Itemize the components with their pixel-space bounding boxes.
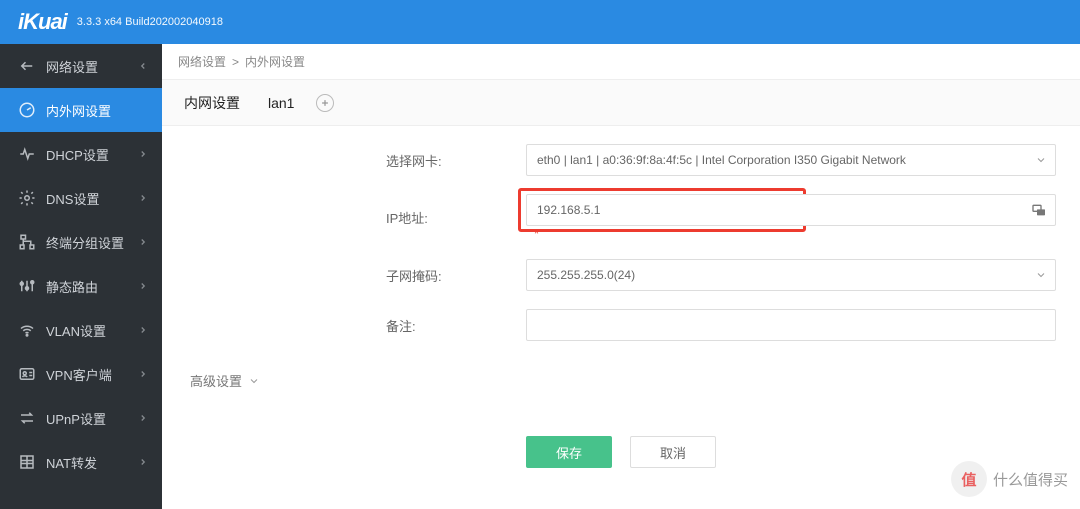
mask-select[interactable]: 255.255.255.0(24) bbox=[526, 259, 1056, 291]
sidebar-item-label: DHCP设置 bbox=[46, 145, 138, 164]
sidebar-item-lan-wan[interactable]: 内外网设置 bbox=[0, 88, 162, 132]
sidebar-item-upnp[interactable]: UPnP设置 bbox=[0, 396, 162, 440]
advanced-toggle[interactable]: 高级设置 bbox=[176, 371, 1066, 390]
chevron-left-icon bbox=[138, 61, 148, 71]
sidebar-item-network-settings[interactable]: 网络设置 bbox=[0, 44, 162, 88]
build-version: 3.3.3 x64 Build202002040918 bbox=[77, 16, 223, 28]
chevron-down-icon bbox=[1035, 154, 1047, 166]
sidebar-item-label: 终端分组设置 bbox=[46, 233, 138, 252]
chevron-right-icon bbox=[138, 413, 148, 423]
sidebar-item-terminal-group[interactable]: 终端分组设置 bbox=[0, 220, 162, 264]
chevron-down-icon bbox=[1035, 269, 1047, 281]
sidebar-item-nat[interactable]: NAT转发 bbox=[0, 440, 162, 484]
sidebar-item-label: 内外网设置 bbox=[46, 101, 148, 120]
chevron-right-icon bbox=[138, 369, 148, 379]
plus-icon bbox=[320, 98, 330, 108]
id-card-icon bbox=[14, 365, 40, 383]
chevron-right-icon bbox=[138, 193, 148, 203]
add-tab-button[interactable] bbox=[316, 94, 334, 112]
sidebar-item-label: VPN客户端 bbox=[46, 365, 138, 384]
chevron-right-icon bbox=[138, 457, 148, 467]
sidebar-item-dns[interactable]: DNS设置 bbox=[0, 176, 162, 220]
mask-label: 子网掩码: bbox=[176, 266, 526, 285]
mask-value: 255.255.255.0(24) bbox=[537, 268, 635, 282]
nic-value: eth0 | lan1 | a0:36:9f:8a:4f:5c | Intel … bbox=[537, 153, 906, 167]
nic-select[interactable]: eth0 | lan1 | a0:36:9f:8a:4f:5c | Intel … bbox=[526, 144, 1056, 176]
note-label: 备注: bbox=[176, 316, 526, 335]
note-input[interactable] bbox=[537, 318, 1029, 332]
breadcrumb: 网络设置 > 内外网设置 bbox=[162, 44, 1080, 80]
sidebar-item-label: NAT转发 bbox=[46, 453, 138, 472]
chevron-right-icon bbox=[138, 237, 148, 247]
required-mark: * bbox=[534, 226, 539, 241]
chevron-down-icon bbox=[248, 375, 260, 387]
chevron-right-icon bbox=[138, 325, 148, 335]
topology-icon bbox=[14, 233, 40, 251]
sidebar-item-vpn-client[interactable]: VPN客户端 bbox=[0, 352, 162, 396]
nic-label: 选择网卡: bbox=[176, 151, 526, 170]
wifi-icon bbox=[14, 321, 40, 339]
breadcrumb-sep: > bbox=[232, 55, 239, 69]
arrow-exit-icon bbox=[14, 57, 40, 75]
chevron-right-icon bbox=[138, 281, 148, 291]
gauge-icon bbox=[14, 101, 40, 119]
sidebar-item-label: VLAN设置 bbox=[46, 321, 138, 340]
grid-icon bbox=[14, 453, 40, 471]
save-button[interactable]: 保存 bbox=[526, 436, 612, 468]
sidebar-item-vlan[interactable]: VLAN设置 bbox=[0, 308, 162, 352]
tab-lan1[interactable]: lan1 bbox=[260, 95, 302, 111]
sidebar-item-dhcp[interactable]: DHCP设置 bbox=[0, 132, 162, 176]
tab-lan-settings[interactable]: 内网设置 bbox=[176, 93, 248, 113]
app-logo: iKuai bbox=[18, 9, 67, 35]
swap-icon bbox=[14, 409, 40, 427]
ip-input[interactable] bbox=[537, 203, 1029, 217]
cancel-button[interactable]: 取消 bbox=[630, 436, 716, 468]
breadcrumb-item[interactable]: 网络设置 bbox=[178, 53, 226, 70]
sidebar-item-label: 静态路由 bbox=[46, 277, 138, 296]
breadcrumb-item[interactable]: 内外网设置 bbox=[245, 53, 305, 70]
gear-icon bbox=[14, 189, 40, 207]
note-input-wrap bbox=[526, 309, 1056, 341]
ip-label: IP地址: bbox=[176, 208, 526, 227]
ip-helper-icon[interactable] bbox=[1031, 202, 1047, 218]
pulse-icon bbox=[14, 145, 40, 163]
sidebar-item-label: DNS设置 bbox=[46, 189, 138, 208]
sidebar-item-label: UPnP设置 bbox=[46, 409, 138, 428]
sidebar: 网络设置 内外网设置 DHCP设置 DNS设置 终端分组设置 静态路由 bbox=[0, 44, 162, 509]
sliders-icon bbox=[14, 277, 40, 295]
ip-input-wrap bbox=[526, 194, 1056, 226]
sidebar-item-static-route[interactable]: 静态路由 bbox=[0, 264, 162, 308]
sidebar-item-label: 网络设置 bbox=[46, 57, 138, 76]
advanced-label: 高级设置 bbox=[190, 371, 242, 390]
chevron-right-icon bbox=[138, 149, 148, 159]
